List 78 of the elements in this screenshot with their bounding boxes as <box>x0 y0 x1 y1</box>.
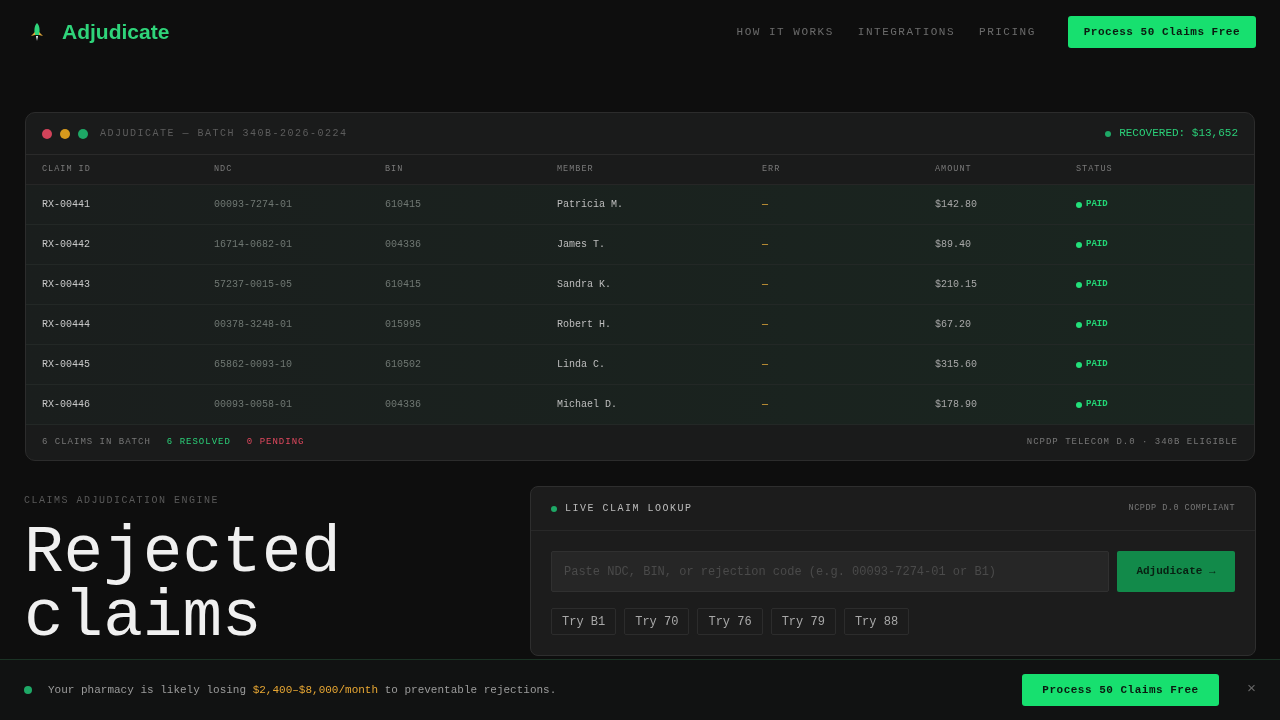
recovered-total: RECOVERED: $13,652 <box>1119 126 1238 142</box>
column-header: STATUS <box>1076 164 1113 175</box>
table-cell: 004336 <box>385 239 421 250</box>
window-dot <box>60 128 70 139</box>
table-cell: 65862-0093-10 <box>214 359 292 370</box>
window-dot <box>78 128 88 139</box>
compliance-label: NCPDP D.0 COMPLIANT <box>1128 502 1235 515</box>
column-header: BIN <box>385 164 404 175</box>
status-dot <box>551 505 557 512</box>
try-button[interactable]: Try 70 <box>624 608 690 635</box>
window-dot <box>42 128 52 139</box>
table-cell: RX-00442 <box>42 239 90 250</box>
batch-title: ADJUDICATE — BATCH 340B-2026-0224 <box>100 127 348 141</box>
table-cell: $142.80 <box>935 199 977 210</box>
status-label: PAID <box>1086 237 1108 251</box>
table-cell: 00093-7274-01 <box>214 199 292 210</box>
headline: Rejected claims <box>24 522 342 650</box>
table-cell: Robert H. <box>557 319 611 330</box>
banner-message: Your pharmacy is likely losing $2,400–$8,000/month to preventable rejections. <box>48 682 557 698</box>
table-cell: RX-00443 <box>42 279 90 290</box>
column-header: ERR <box>762 164 781 175</box>
nav-link[interactable]: PRICING <box>979 23 1036 41</box>
status-label: PAID <box>1086 317 1108 331</box>
table-cell: RX-00444 <box>42 319 90 330</box>
nav-link[interactable]: HOW IT WORKS <box>736 23 834 41</box>
table-cell: RX-00445 <box>42 359 90 370</box>
eyebrow-label: CLAIMS ADJUDICATION ENGINE <box>24 494 221 508</box>
table-cell: $210.15 <box>935 279 977 290</box>
table-cell: $178.90 <box>935 399 977 410</box>
cta-button[interactable]: Process 50 Claims Free <box>1067 16 1256 48</box>
table-cell: $67.20 <box>935 319 971 330</box>
table-cell: 00093-0058-01 <box>214 399 292 410</box>
table-cell: — <box>762 239 768 250</box>
table-cell: 57237-0015-05 <box>214 279 292 290</box>
table-cell: $89.40 <box>935 239 971 250</box>
status-label: PAID <box>1086 197 1108 211</box>
table-cell: 004336 <box>385 399 421 410</box>
table-cell: — <box>762 399 768 410</box>
column-header: AMOUNT <box>935 164 972 175</box>
batch-count: 6 CLAIMS IN BATCH <box>42 435 151 449</box>
column-header: MEMBER <box>557 164 594 175</box>
table-cell: 00378-3248-01 <box>214 319 292 330</box>
resolved-count: 6 RESOLVED <box>166 435 231 449</box>
cta-button[interactable]: Process 50 Claims Free <box>1022 674 1219 706</box>
table-cell: 015995 <box>385 319 421 330</box>
status-dot <box>1105 130 1112 137</box>
status-label: PAID <box>1086 357 1108 371</box>
table-cell: RX-00441 <box>42 199 90 210</box>
try-button[interactable]: Try 79 <box>770 608 836 635</box>
table-cell: 610415 <box>385 279 421 290</box>
nav-link[interactable]: INTEGRATIONS <box>857 23 956 41</box>
try-button[interactable]: Try 76 <box>697 608 763 635</box>
table-cell: — <box>762 199 768 210</box>
brand-name[interactable]: Adjudicate <box>62 16 170 48</box>
table-cell: James T. <box>557 239 605 250</box>
standard-label: NCPDP TELECOM D.0 · 340B ELIGIBLE <box>1026 435 1238 449</box>
try-button[interactable]: Try B1 <box>551 608 617 635</box>
table-cell: 610415 <box>385 199 421 210</box>
pending-count: 0 PENDING <box>246 435 305 449</box>
status-label: PAID <box>1086 397 1108 411</box>
try-button[interactable]: Try 88 <box>843 608 910 635</box>
table-cell: $315.60 <box>935 359 977 370</box>
table-cell: Michael D. <box>557 399 617 410</box>
table-cell: 16714-0682-01 <box>214 239 292 250</box>
column-header: NDC <box>214 164 233 175</box>
lookup-title: LIVE CLAIM LOOKUP <box>565 502 693 516</box>
status-label: PAID <box>1086 277 1108 291</box>
status-dot <box>24 686 32 694</box>
table-cell: Patricia M. <box>557 199 623 210</box>
column-header: CLAIM ID <box>42 164 91 175</box>
table-cell: 610502 <box>385 359 421 370</box>
table-cell: Linda C. <box>557 359 605 370</box>
adjudicate-button[interactable]: Adjudicate → <box>1117 551 1235 592</box>
table-cell: — <box>762 279 768 290</box>
table-cell: — <box>762 359 768 370</box>
table-cell: RX-00446 <box>42 399 90 410</box>
table-cell: Sandra K. <box>557 279 611 290</box>
table-cell: — <box>762 319 768 330</box>
